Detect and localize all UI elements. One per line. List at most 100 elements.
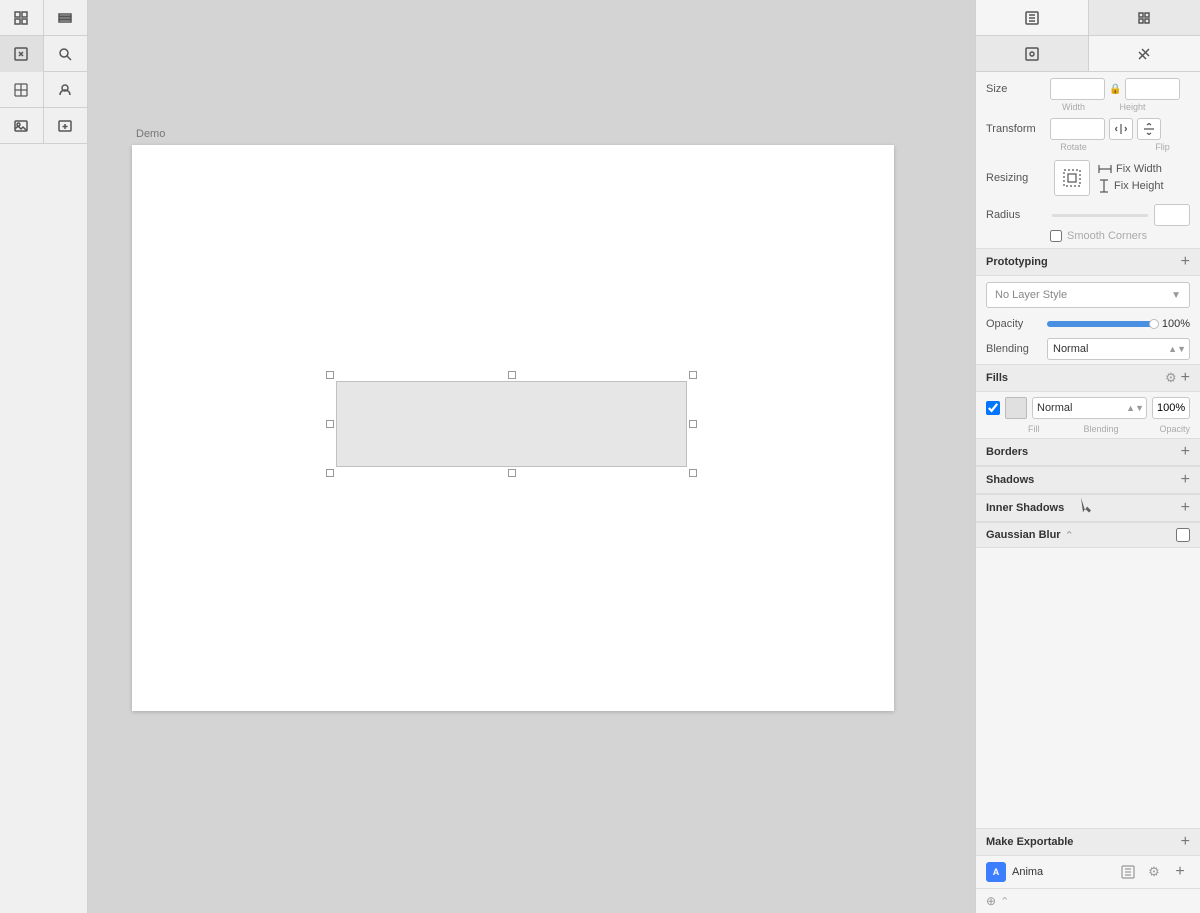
opacity-section: Opacity 100% <box>976 314 1200 334</box>
resizing-diagram[interactable] <box>1054 160 1090 196</box>
layer-style-dropdown[interactable]: No Layer Style ▼ <box>986 282 1190 308</box>
fills-settings-icon[interactable]: ⚙ <box>1165 370 1177 386</box>
smooth-corners-checkbox[interactable] <box>1050 230 1062 242</box>
make-exportable-section-header[interactable]: Make Exportable + <box>976 828 1200 856</box>
handle-bc[interactable] <box>508 469 516 477</box>
make-exportable-label: Make Exportable <box>986 836 1073 848</box>
canvas-area: Demo <box>88 0 975 913</box>
size-section: Size 375 🔒 100 Width Height <box>976 72 1200 114</box>
anima-row: A Anima ⚙ + <box>976 856 1200 889</box>
panel-icon-transform[interactable] <box>976 36 1089 71</box>
shadows-add-btn[interactable]: + <box>1181 472 1190 488</box>
gaussian-blur-label: Gaussian Blur <box>986 529 1061 541</box>
shadows-label: Shadows <box>986 474 1034 486</box>
bottom-icon: ⊕ <box>986 894 996 908</box>
toolbar-icon-add-image[interactable] <box>44 108 88 144</box>
make-exportable-add-btn[interactable]: + <box>1181 834 1190 850</box>
anima-settings-btn[interactable]: ⚙ <box>1144 862 1164 882</box>
panel-icon-magic[interactable] <box>1089 36 1200 71</box>
right-panel: Size 375 🔒 100 Width Height Transform 0° <box>975 0 1200 913</box>
handle-tc[interactable] <box>508 371 516 379</box>
smooth-corners-section: Smooth Corners <box>976 228 1200 248</box>
inner-shadows-add-btn[interactable]: + <box>1181 500 1190 516</box>
flip-horizontal-btn[interactable] <box>1109 118 1133 140</box>
handle-tr[interactable] <box>689 371 697 379</box>
toolbar-icon-select[interactable] <box>0 36 44 72</box>
anima-layers-btn[interactable] <box>1118 862 1138 882</box>
prototyping-section-header[interactable]: Prototyping + <box>976 248 1200 276</box>
anima-icon: A <box>986 862 1006 882</box>
fix-height-option[interactable]: Fix Height <box>1098 179 1164 193</box>
height-sub-label: Height <box>1105 102 1160 112</box>
fill-checkbox[interactable] <box>986 401 1000 415</box>
flip-vertical-btn[interactable] <box>1137 118 1161 140</box>
fix-width-option[interactable]: Fix Width <box>1098 163 1164 175</box>
prototyping-label: Prototyping <box>986 256 1048 268</box>
resizing-label: Resizing <box>986 172 1046 184</box>
fix-height-label: Fix Height <box>1114 180 1164 192</box>
handle-bl[interactable] <box>326 469 334 477</box>
layer-style-value: No Layer Style <box>995 289 1067 301</box>
artboard-label: Demo <box>136 128 165 140</box>
gaussian-blur-stepper[interactable]: ⌃ <box>1065 529 1074 542</box>
fill-item: Normal ▲▼ <box>976 392 1200 424</box>
fills-add-btn[interactable]: + <box>1181 370 1190 386</box>
fills-section-header[interactable]: Fills ⚙ + <box>976 364 1200 392</box>
layer-style-arrow: ▼ <box>1171 290 1181 301</box>
borders-add-btn[interactable]: + <box>1181 444 1190 460</box>
gaussian-blur-checkbox[interactable] <box>1176 528 1190 542</box>
rotate-input[interactable]: 0° <box>1050 118 1105 140</box>
fill-blending-select[interactable]: Normal <box>1032 397 1147 419</box>
anima-add-btn[interactable]: + <box>1170 862 1190 882</box>
size-label: Size <box>986 83 1046 95</box>
gaussian-blur-section: Gaussian Blur ⌃ <box>976 522 1200 548</box>
blending-sub-label: Blending <box>1055 424 1147 434</box>
smooth-corners-label: Smooth Corners <box>1067 230 1147 242</box>
toolbar-icon-grid2[interactable] <box>0 72 44 108</box>
inner-shadows-section-header[interactable]: Inner Shadows + <box>976 494 1200 522</box>
radius-section: Radius 0 <box>976 200 1200 228</box>
panel-tab-align[interactable] <box>976 0 1089 35</box>
selected-element-container[interactable] <box>330 375 693 473</box>
radius-input[interactable]: 0 <box>1154 204 1190 226</box>
fill-color-swatch[interactable] <box>1005 397 1027 419</box>
prototyping-add-btn[interactable]: + <box>1181 254 1190 270</box>
bottom-label: ⌃ <box>1000 895 1009 908</box>
blending-section: Blending Normal Darken Multiply Lighten … <box>976 334 1200 364</box>
transform-label: Transform <box>986 123 1046 135</box>
handle-ml[interactable] <box>326 420 334 428</box>
opacity-label: Opacity <box>986 318 1041 330</box>
toolbar-icon-layers[interactable] <box>44 0 88 36</box>
blending-label: Blending <box>986 343 1041 355</box>
handle-mr[interactable] <box>689 420 697 428</box>
handle-br[interactable] <box>689 469 697 477</box>
shadows-section-header[interactable]: Shadows + <box>976 466 1200 494</box>
inner-shadows-label: Inner Shadows <box>986 502 1064 514</box>
toolbar-icon-zoom[interactable] <box>44 36 88 72</box>
toolbar-icon-grid[interactable] <box>0 0 44 36</box>
transform-section: Transform 0° Rotate Flip <box>976 114 1200 154</box>
radius-slider-track[interactable] <box>1052 214 1148 217</box>
rotate-sub-label: Rotate <box>1046 142 1101 152</box>
toolbar-icon-export[interactable] <box>44 72 88 108</box>
lock-icon: 🔒 <box>1109 84 1121 95</box>
opacity-slider[interactable] <box>1047 321 1154 327</box>
height-input[interactable]: 100 <box>1125 78 1180 100</box>
borders-label: Borders <box>986 446 1028 458</box>
handle-tl[interactable] <box>326 371 334 379</box>
fills-label: Fills <box>986 372 1008 384</box>
panel-tab-appearance[interactable] <box>1089 0 1200 35</box>
fill-sub-label: Fill <box>1028 424 1050 434</box>
radius-label: Radius <box>986 209 1046 221</box>
anima-label: Anima <box>1012 866 1112 878</box>
opacity-sub-label: Opacity <box>1152 424 1190 434</box>
cursor-indicator <box>1081 498 1093 519</box>
width-sub-label: Width <box>1046 102 1101 112</box>
borders-section-header[interactable]: Borders + <box>976 438 1200 466</box>
toolbar-icon-photo[interactable] <box>0 108 44 144</box>
selected-rectangle[interactable] <box>336 381 687 467</box>
width-input[interactable]: 375 <box>1050 78 1105 100</box>
blending-select[interactable]: Normal Darken Multiply Lighten Screen Ov… <box>1047 338 1190 360</box>
flip-sub-label: Flip <box>1135 142 1190 152</box>
fill-opacity-input[interactable] <box>1152 397 1190 419</box>
